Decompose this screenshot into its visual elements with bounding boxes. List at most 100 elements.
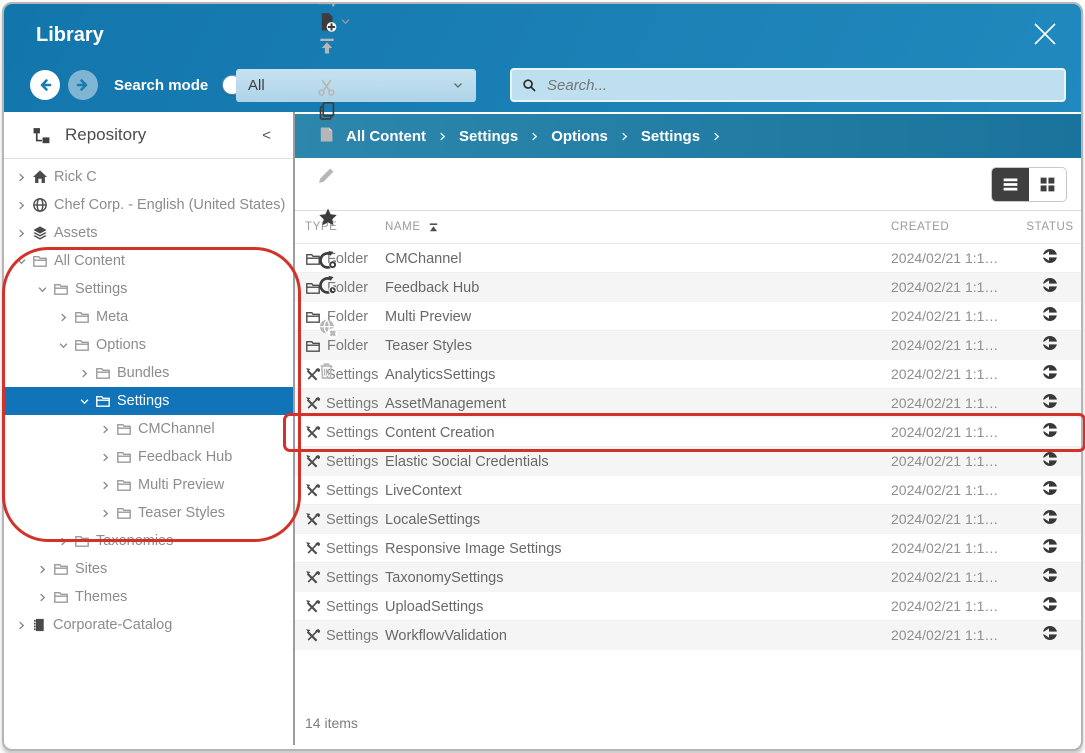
repository-title: Repository <box>65 125 146 145</box>
table-row-workflowvalidation[interactable]: SettingsWorkflowValidation2024/02/21 1:1… <box>295 621 1081 650</box>
tree-item-corporate-catalog[interactable]: Corporate-Catalog <box>4 611 293 639</box>
table-row-assetmanagement[interactable]: SettingsAssetManagement2024/02/21 1:1… <box>295 389 1081 418</box>
chevron-right-icon[interactable] <box>14 173 29 182</box>
chevron-down-icon[interactable] <box>80 394 89 409</box>
table-row-localesettings[interactable]: SettingsLocaleSettings2024/02/21 1:1… <box>295 505 1081 534</box>
tree-item-taxonomies[interactable]: Taxonomies <box>4 527 293 555</box>
copy-button[interactable] <box>315 99 339 123</box>
list-view-button[interactable] <box>992 168 1029 201</box>
table-row-feedback-hub[interactable]: FolderFeedback Hub2024/02/21 1:1… <box>295 273 1081 302</box>
table-row-analyticssettings[interactable]: SettingsAnalyticsSettings2024/02/21 1:1… <box>295 360 1081 389</box>
created-label: 2024/02/21 1:1… <box>891 482 998 498</box>
thumbnail-view-button[interactable] <box>1029 168 1066 201</box>
chevron-right-icon[interactable] <box>35 565 50 574</box>
chevron-right-icon[interactable] <box>98 509 113 518</box>
tree-item-bundles[interactable]: Bundles <box>4 359 293 387</box>
created-label: 2024/02/21 1:1… <box>891 424 998 440</box>
folder-icon <box>32 253 48 269</box>
bulk-publish-button[interactable] <box>315 273 340 298</box>
withdraw-icon <box>317 318 339 339</box>
search-mode-label: Search mode <box>114 77 208 94</box>
tree-item-settings[interactable]: Settings <box>4 275 293 303</box>
breadcrumb-item-options[interactable]: Options <box>551 128 608 145</box>
publish-button[interactable] <box>315 248 340 273</box>
tree-item-chef-corp-english-united-states[interactable]: Chef Corp. - English (United States) <box>4 191 293 219</box>
chevron-right-icon[interactable] <box>98 453 113 462</box>
status-checked-in-icon <box>1019 335 1081 351</box>
new-content-button[interactable] <box>315 10 352 34</box>
table-row-responsive-image-settings[interactable]: SettingsResponsive Image Settings2024/02… <box>295 534 1081 563</box>
chevron-down-icon[interactable] <box>38 282 47 297</box>
bookmark-button[interactable] <box>315 205 341 230</box>
tree-item-rick-c[interactable]: Rick C <box>4 163 293 191</box>
tree-item-label: Taxonomies <box>96 533 173 549</box>
tree-item-settings[interactable]: Settings <box>4 387 293 415</box>
chevron-down-icon[interactable] <box>59 338 68 353</box>
tree-item-assets[interactable]: Assets <box>4 219 293 247</box>
type-label: Settings <box>326 396 378 412</box>
column-header-created[interactable]: CREATED <box>891 221 1019 233</box>
bookmark-icon <box>317 207 339 228</box>
tree-item-multi-preview[interactable]: Multi Preview <box>4 471 293 499</box>
name-label: Feedback Hub <box>385 280 479 296</box>
column-header-name[interactable]: NAME <box>385 221 891 234</box>
table-row-teaser-styles[interactable]: FolderTeaser Styles2024/02/21 1:1… <box>295 331 1081 360</box>
name-label: AnalyticsSettings <box>385 367 495 383</box>
new-folder-button <box>315 2 341 10</box>
search-input[interactable] <box>545 76 1054 95</box>
content-type-dropdown-value: All <box>248 77 265 94</box>
settings-type-icon <box>305 483 320 498</box>
tree-item-label: CMChannel <box>138 421 215 437</box>
created-label: 2024/02/21 1:1… <box>891 337 998 353</box>
table-row-taxonomysettings[interactable]: SettingsTaxonomySettings2024/02/21 1:1… <box>295 563 1081 592</box>
table-row-uploadsettings[interactable]: SettingsUploadSettings2024/02/21 1:1… <box>295 592 1081 621</box>
name-label: Elastic Social Credentials <box>385 454 549 470</box>
tree-item-label: Multi Preview <box>138 477 224 493</box>
content-list: FolderCMChannel2024/02/21 1:1…FolderFeed… <box>295 244 1081 650</box>
view-toggle <box>991 167 1067 202</box>
chevron-right-icon[interactable] <box>77 369 92 378</box>
name-label: Teaser Styles <box>385 338 472 354</box>
globe-icon <box>32 197 48 213</box>
tree-item-sites[interactable]: Sites <box>4 555 293 583</box>
arrow-right-icon <box>75 77 91 93</box>
forward-button[interactable] <box>68 70 98 100</box>
table-row-multi-preview[interactable]: FolderMulti Preview2024/02/21 1:1… <box>295 302 1081 331</box>
tree-item-cmchannel[interactable]: CMChannel <box>4 415 293 443</box>
chevron-right-icon[interactable] <box>98 425 113 434</box>
status-checked-in-icon <box>1019 422 1081 438</box>
tree-item-label: Sites <box>75 561 107 577</box>
bulk-publish-icon <box>317 275 338 296</box>
tree-item-feedback-hub[interactable]: Feedback Hub <box>4 443 293 471</box>
breadcrumb-item-settings[interactable]: Settings <box>459 128 518 145</box>
chevron-right-icon[interactable] <box>14 229 29 238</box>
tree-item-options[interactable]: Options <box>4 331 293 359</box>
tree-item-themes[interactable]: Themes <box>4 583 293 611</box>
chevron-right-icon[interactable] <box>14 201 29 210</box>
chevron-right-icon[interactable] <box>56 313 71 322</box>
chevron-right-icon[interactable] <box>98 481 113 490</box>
table-row-livecontext[interactable]: SettingsLiveContext2024/02/21 1:1… <box>295 476 1081 505</box>
chevron-right-icon[interactable] <box>56 537 71 546</box>
tree-item-teaser-styles[interactable]: Teaser Styles <box>4 499 293 527</box>
tree-item-all-content[interactable]: All Content <box>4 247 293 275</box>
table-row-cmchannel[interactable]: FolderCMChannel2024/02/21 1:1… <box>295 244 1081 273</box>
status-checked-in-icon <box>1019 625 1081 641</box>
collapse-panel-button[interactable]: < <box>256 126 277 145</box>
name-label: UploadSettings <box>385 599 483 615</box>
chevron-down-icon[interactable] <box>17 254 26 269</box>
created-label: 2024/02/21 1:1… <box>891 569 998 585</box>
chevron-right-icon[interactable] <box>35 593 50 602</box>
created-label: 2024/02/21 1:1… <box>891 308 998 324</box>
close-button[interactable] <box>1027 16 1063 52</box>
status-bar: 14 items <box>295 715 1081 745</box>
settings-type-icon <box>305 425 320 440</box>
back-button[interactable] <box>30 70 60 100</box>
column-header-status[interactable]: STATUS <box>1019 221 1081 233</box>
search-field[interactable] <box>510 68 1066 102</box>
table-row-content-creation[interactable]: SettingsContent Creation2024/02/21 1:1… <box>295 418 1081 447</box>
chevron-right-icon[interactable] <box>14 621 29 630</box>
tree-item-meta[interactable]: Meta <box>4 303 293 331</box>
breadcrumb-item-settings[interactable]: Settings <box>641 128 700 145</box>
table-row-elastic-social-credentials[interactable]: SettingsElastic Social Credentials2024/0… <box>295 447 1081 476</box>
